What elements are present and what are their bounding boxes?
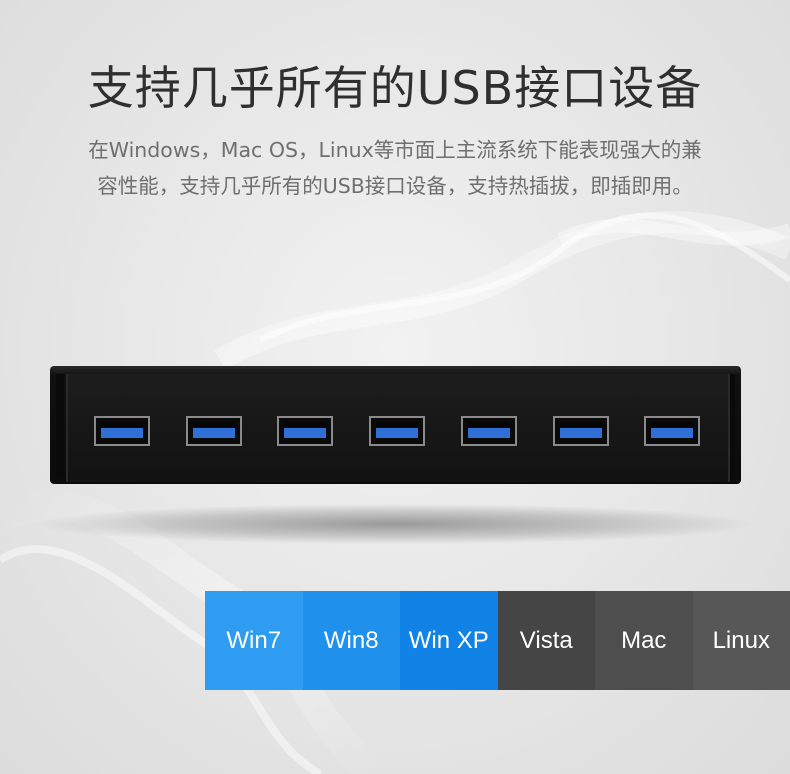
usb-port-blue-tongue [376,428,419,438]
feature-description: 在Windows，Mac OS，Linux等市面上主流系统下能表现强大的兼 容性… [40,132,750,204]
description-line-2: 容性能，支持几乎所有的USB接口设备，支持热插拔，即插即用。 [97,174,693,198]
os-label-win7: Win7 [205,591,303,690]
os-label-linux: Linux [692,591,790,690]
usb-port [94,416,150,446]
usb-port [644,416,701,446]
usb-port-cavity [192,422,235,427]
usb-port [369,416,426,446]
os-label-win8: Win8 [302,591,400,690]
usb-port-cavity [559,422,602,427]
usb-hub-product-image [50,366,741,486]
usb-port-cavity [376,422,419,427]
usb-port-blue-tongue [192,428,235,438]
usb-port-cavity [467,422,510,427]
product-shadow [40,504,750,544]
usb-port-blue-tongue [651,428,694,438]
usb-port-cavity [651,422,694,427]
usb-port [552,416,609,446]
usb-port [185,416,242,446]
description-line-1: 在Windows，Mac OS，Linux等市面上主流系统下能表现强大的兼 [88,138,702,162]
usb-port-blue-tongue [467,428,510,438]
hub-front-panel [66,374,730,482]
os-compatibility-bar: Win7 Win8 Win XP Vista Mac Linux [205,591,790,690]
usb-port-blue-tongue [101,428,143,438]
os-label-mac: Mac [595,591,693,690]
usb-port-cavity [101,422,143,427]
os-label-win-xp: Win XP [400,591,498,690]
page-title: 支持几乎所有的USB接口设备 [87,61,703,115]
usb-port [460,416,517,446]
usb-port-cavity [284,422,327,427]
usb-port [277,416,334,446]
usb-port-blue-tongue [559,428,602,438]
hub-edge-left [56,374,64,478]
os-label-vista: Vista [497,591,595,690]
usb-port-blue-tongue [284,428,327,438]
